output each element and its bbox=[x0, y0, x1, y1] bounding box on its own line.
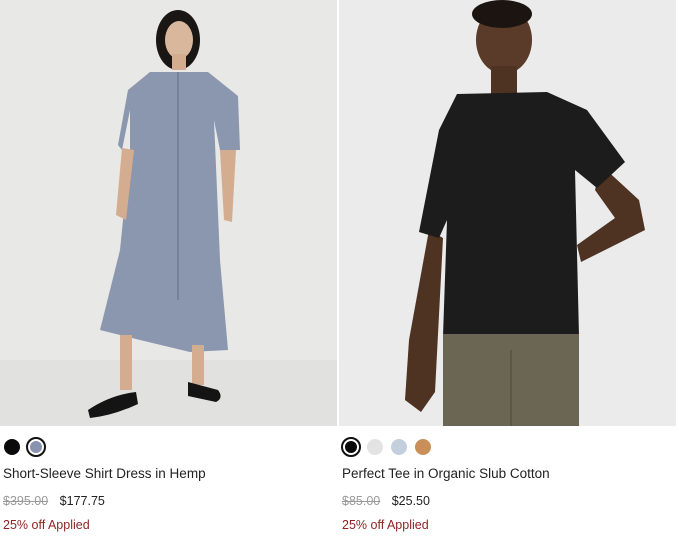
original-price: $85.00 bbox=[342, 494, 381, 508]
price-block: $395.00 $177.75 bbox=[3, 494, 105, 508]
product-name[interactable]: Short-Sleeve Shirt Dress in Hemp bbox=[3, 466, 206, 481]
product-card-shirt-dress: Short-Sleeve Shirt Dress in Hemp $395.00… bbox=[0, 0, 337, 539]
swatch-black[interactable] bbox=[4, 439, 20, 455]
model-wearing-tee-photo bbox=[339, 0, 676, 426]
sale-price: $177.75 bbox=[59, 494, 105, 508]
product-name[interactable]: Perfect Tee in Organic Slub Cotton bbox=[342, 466, 550, 481]
product-image-shirt-dress[interactable] bbox=[0, 0, 337, 426]
promo-label: 25% off Applied bbox=[342, 518, 429, 532]
product-image-perfect-tee[interactable] bbox=[339, 0, 676, 426]
price-block: $85.00 $25.50 bbox=[342, 494, 430, 508]
color-swatches bbox=[341, 437, 439, 457]
original-price: $395.00 bbox=[3, 494, 49, 508]
model-wearing-dress-photo bbox=[0, 0, 337, 426]
color-swatches bbox=[4, 437, 52, 457]
swatch-light-blue[interactable] bbox=[391, 439, 407, 455]
swatch-blue-grey-selected[interactable] bbox=[26, 437, 46, 457]
swatch-black-selected[interactable] bbox=[341, 437, 361, 457]
swatch-tan[interactable] bbox=[415, 439, 431, 455]
swatch-white[interactable] bbox=[367, 439, 383, 455]
promo-label: 25% off Applied bbox=[3, 518, 90, 532]
sale-price: $25.50 bbox=[391, 494, 430, 508]
product-card-perfect-tee: Perfect Tee in Organic Slub Cotton $85.0… bbox=[339, 0, 676, 539]
